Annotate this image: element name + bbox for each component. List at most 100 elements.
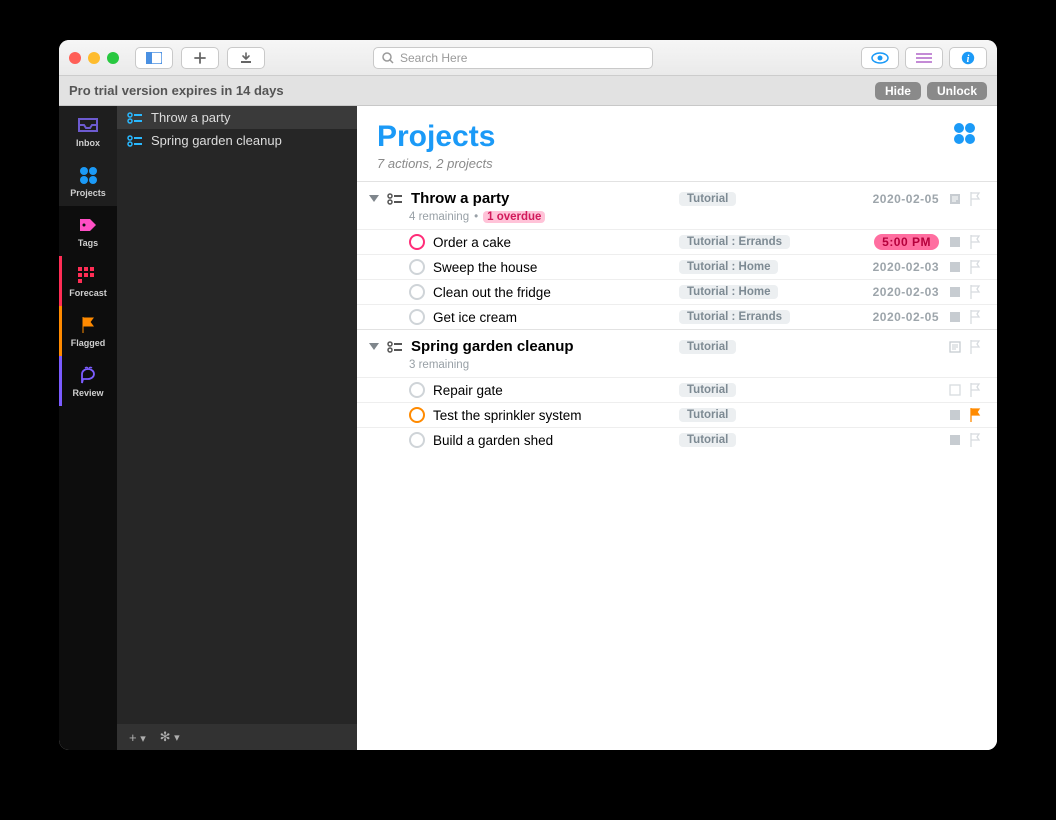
task-tag[interactable]: Tutorial [679, 383, 736, 397]
nav-label: Projects [70, 188, 106, 198]
review-icon [77, 366, 99, 384]
search-placeholder: Search Here [400, 51, 467, 65]
flag-icon[interactable] [969, 340, 981, 354]
status-circle[interactable] [409, 234, 425, 250]
hide-button[interactable]: Hide [875, 82, 921, 100]
note-icon [949, 434, 961, 446]
flag-icon[interactable] [969, 192, 981, 206]
sidebar-item-label: Throw a party [151, 110, 230, 125]
project-tag[interactable]: Tutorial [679, 340, 736, 354]
sidebar-footer: + ▾ ✻ ▾ [117, 724, 357, 750]
task-tag[interactable]: Tutorial : Errands [679, 235, 790, 249]
project-row[interactable]: Throw a party Tutorial 2020-02-05 [357, 181, 997, 211]
nav-tags[interactable]: Tags [59, 206, 117, 256]
task-title: Sweep the house [433, 260, 537, 275]
titlebar: Search Here i [59, 40, 997, 76]
status-circle[interactable] [409, 407, 425, 423]
main-content: Projects 7 actions, 2 projects Throw a p… [357, 106, 997, 750]
task-title: Repair gate [433, 383, 503, 398]
task-row[interactable]: Clean out the fridge Tutorial : Home 202… [357, 279, 997, 304]
task-tag[interactable]: Tutorial : Errands [679, 310, 790, 324]
task-title: Order a cake [433, 235, 511, 250]
flag-icon[interactable] [969, 310, 981, 324]
svg-text:i: i [967, 54, 970, 65]
flag-icon[interactable] [969, 408, 981, 422]
gear-menu-button[interactable]: ✻ ▾ [160, 729, 180, 745]
sidebar-toggle-button[interactable] [135, 47, 173, 69]
search-icon [382, 52, 394, 64]
minimize-icon[interactable] [88, 52, 100, 64]
task-row[interactable]: Repair gate Tutorial [357, 377, 997, 402]
unlock-button[interactable]: Unlock [927, 82, 987, 100]
task-row[interactable]: Test the sprinkler system Tutorial [357, 402, 997, 427]
project-subline: 3 remaining [357, 359, 997, 377]
task-title: Test the sprinkler system [433, 408, 582, 423]
sidebar-item-throw-party[interactable]: Throw a party [117, 106, 357, 129]
zoom-icon[interactable] [107, 52, 119, 64]
trial-bar: Pro trial version expires in 14 days Hid… [59, 76, 997, 106]
status-circle[interactable] [409, 382, 425, 398]
nav-label: Forecast [69, 288, 107, 298]
project-sidebar: Throw a party Spring garden cleanup + ▾ … [117, 106, 357, 750]
flag-icon[interactable] [969, 433, 981, 447]
project-tag[interactable]: Tutorial [679, 192, 736, 206]
task-title: Clean out the fridge [433, 285, 551, 300]
note-icon [949, 261, 961, 273]
task-row[interactable]: Get ice cream Tutorial : Errands 2020-02… [357, 304, 997, 329]
page-title: Projects [377, 120, 495, 154]
app-window: Search Here i Pro trial version expires … [59, 40, 997, 750]
view-options-button[interactable] [905, 47, 943, 69]
status-circle[interactable] [409, 284, 425, 300]
flag-icon[interactable] [969, 235, 981, 249]
status-circle[interactable] [409, 259, 425, 275]
disclosure-triangle-icon[interactable] [369, 343, 379, 350]
status-circle[interactable] [409, 309, 425, 325]
nav-forecast[interactable]: Forecast [59, 256, 117, 306]
nav-label: Flagged [71, 338, 106, 348]
disclosure-triangle-icon[interactable] [369, 195, 379, 202]
download-button[interactable] [227, 47, 265, 69]
flag-icon[interactable] [969, 285, 981, 299]
bullet: • [474, 211, 478, 223]
flag-icon[interactable] [969, 383, 981, 397]
task-date: 2020-02-03 [873, 285, 939, 299]
parallel-project-icon [387, 193, 403, 205]
task-row[interactable]: Sweep the house Tutorial : Home 2020-02-… [357, 254, 997, 279]
main-header: Projects 7 actions, 2 projects [357, 106, 997, 181]
search-input[interactable]: Search Here [373, 47, 653, 69]
inbox-icon [77, 116, 99, 134]
nav-projects[interactable]: Projects [59, 156, 117, 206]
status-circle[interactable] [409, 432, 425, 448]
nav-flagged[interactable]: Flagged [59, 306, 117, 356]
nav-review[interactable]: Review [59, 356, 117, 406]
task-row[interactable]: Build a garden shed Tutorial [357, 427, 997, 452]
close-icon[interactable] [69, 52, 81, 64]
project-title: Throw a party [411, 190, 509, 207]
task-tag[interactable]: Tutorial : Home [679, 260, 778, 274]
nav-inbox[interactable]: Inbox [59, 106, 117, 156]
task-row[interactable]: Order a cake Tutorial : Errands 5:00 PM [357, 229, 997, 254]
task-tag[interactable]: Tutorial [679, 408, 736, 422]
remaining-text: 3 remaining [409, 359, 469, 371]
task-tag[interactable]: Tutorial [679, 433, 736, 447]
sidebar-item-spring-garden[interactable]: Spring garden cleanup [117, 129, 357, 152]
note-icon [949, 193, 961, 205]
project-row[interactable]: Spring garden cleanup Tutorial [357, 329, 997, 359]
projects-icon [77, 166, 99, 184]
note-icon [949, 286, 961, 298]
project-title: Spring garden cleanup [411, 338, 574, 355]
project-date: 2020-02-05 [873, 192, 939, 206]
note-icon [949, 236, 961, 248]
inspector-button[interactable]: i [949, 47, 987, 69]
add-button[interactable] [181, 47, 219, 69]
add-menu-button[interactable]: + ▾ [129, 730, 146, 745]
note-icon [949, 311, 961, 323]
task-date: 2020-02-05 [873, 310, 939, 324]
task-tag[interactable]: Tutorial : Home [679, 285, 778, 299]
flag-icon[interactable] [969, 260, 981, 274]
nav-label: Tags [78, 238, 98, 248]
overdue-badge: 1 overdue [483, 211, 545, 223]
flagged-icon [77, 316, 99, 334]
task-date: 5:00 PM [874, 234, 939, 250]
focus-button[interactable] [861, 47, 899, 69]
